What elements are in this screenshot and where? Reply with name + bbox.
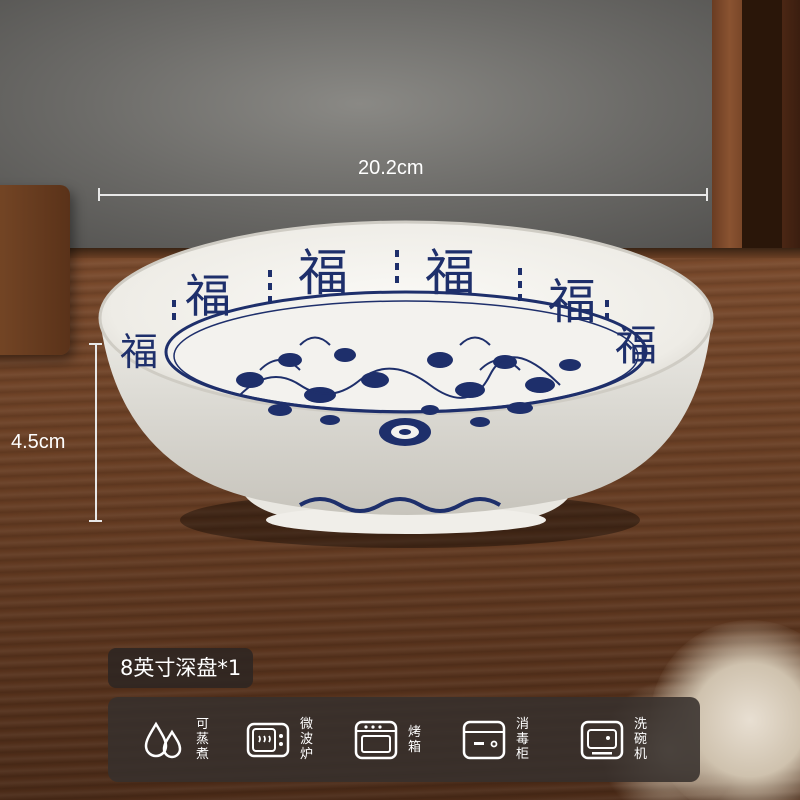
sterilizer-cabinet-icon [462, 720, 506, 759]
diameter-line [98, 194, 708, 196]
product-photo: 福 福 福 福 福 福 20.2cm 4.5cm 8英寸深盘*1 可蒸煮 微波炉… [0, 0, 800, 800]
bowl-character: 福 [298, 244, 348, 302]
feature-label: 微波炉 [300, 717, 314, 762]
feature-label: 消毒柜 [516, 717, 530, 762]
dishwasher-icon [580, 720, 624, 759]
feature-oven: 烤箱 [352, 697, 422, 782]
bowl-character: 福 [185, 269, 231, 323]
feature-label: 可蒸煮 [196, 717, 210, 762]
bowl-character: 福 [615, 321, 657, 370]
feature-label: 烤箱 [408, 724, 422, 755]
height-line [95, 343, 97, 521]
bowl-character: 福 [548, 274, 596, 330]
feature-dishwasher: 洗碗机 [578, 697, 648, 782]
height-label: 4.5cm [11, 431, 66, 453]
feature-microwave: 微波炉 [244, 697, 314, 782]
microwave-icon [246, 722, 290, 757]
bowl-character: 福 [425, 244, 475, 302]
feature-sterilizer: 消毒柜 [460, 697, 530, 782]
diameter-label: 20.2cm [358, 157, 424, 179]
bowl-character: 福 [120, 330, 158, 374]
height-tick-bottom [89, 520, 102, 522]
feature-label: 洗碗机 [634, 717, 648, 762]
product-size-badge: 8英寸深盘*1 [108, 648, 254, 688]
oven-icon [354, 720, 398, 759]
diameter-tick-left [98, 188, 100, 201]
water-drops-icon [144, 721, 182, 758]
feature-steam: 可蒸煮 [140, 697, 210, 782]
diameter-tick-right [706, 188, 708, 201]
height-tick-top [89, 343, 102, 345]
